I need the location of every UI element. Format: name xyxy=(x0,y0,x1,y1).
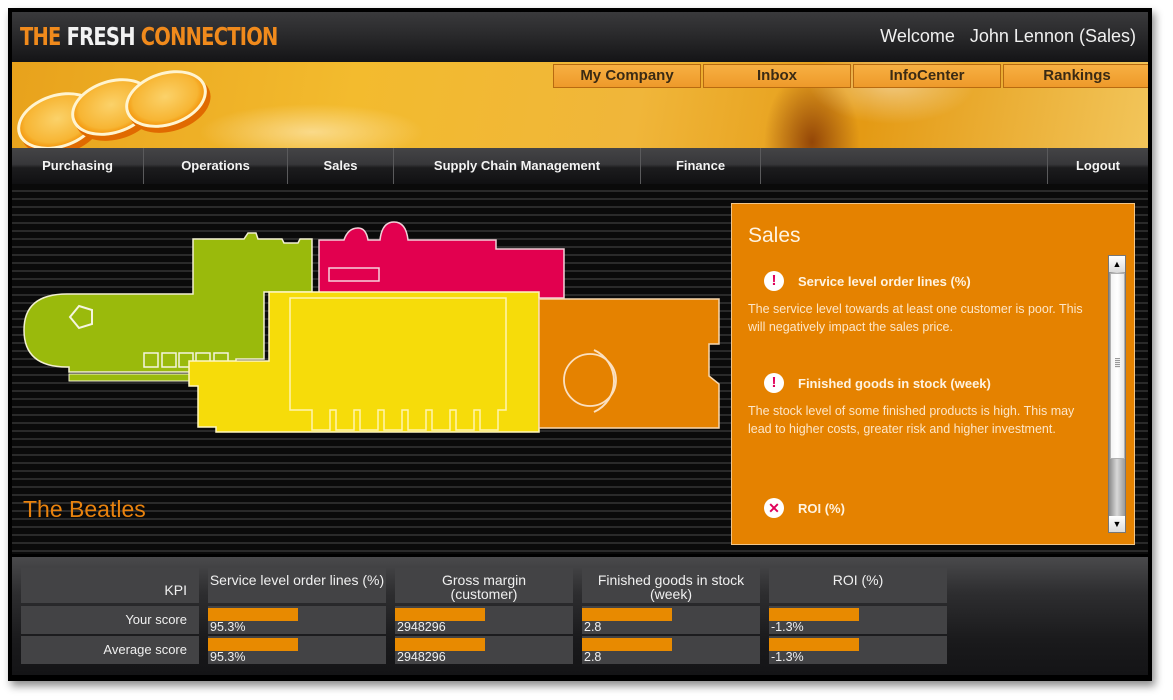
kpi-value: 95.3% xyxy=(210,620,246,634)
nav-finance[interactable]: Finance xyxy=(641,148,761,184)
zone-sales[interactable] xyxy=(318,221,565,299)
main-area: The Beatles Sales ! Service level order … xyxy=(12,184,1148,554)
tab-infocenter[interactable]: InfoCenter xyxy=(853,64,1001,88)
main-nav: Purchasing Operations Sales Supply Chain… xyxy=(12,148,1148,184)
tab-inbox[interactable]: Inbox xyxy=(703,64,851,88)
kpi-cell: 2948296 xyxy=(395,606,573,634)
scroll-up-arrow-icon[interactable]: ▲ xyxy=(1109,256,1125,272)
scrollbar-thumb[interactable] xyxy=(1110,273,1125,459)
row-label-your-score: Your score xyxy=(21,606,199,634)
kpi-cell: 2.8 xyxy=(582,606,760,634)
kpi-cell: -1.3% xyxy=(769,636,947,664)
nav-sales[interactable]: Sales xyxy=(288,148,394,184)
kpi-column-header: Gross margin (customer) xyxy=(395,568,573,603)
kpi-value: 2.8 xyxy=(584,650,602,664)
logo-connection: CONNECTION xyxy=(140,22,279,51)
kpi-value: -1.3% xyxy=(771,650,804,664)
banner: My Company Inbox InfoCenter Rankings xyxy=(12,62,1148,148)
alert-item[interactable]: ! Finished goods in stock (week) The sto… xyxy=(748,370,1098,438)
sales-panel: Sales ! Service level order lines (%) Th… xyxy=(731,203,1135,545)
alert-title: ROI (%) xyxy=(798,500,845,516)
alert-body: The service level towards at least one c… xyxy=(748,302,1083,334)
logo-fresh: FRESH xyxy=(66,22,141,51)
kpi-value: 2948296 xyxy=(397,620,446,634)
kpi-column-header: Service level order lines (%) xyxy=(208,568,386,603)
nav-supply-chain-management[interactable]: Supply Chain Management xyxy=(394,148,641,184)
alert-item[interactable]: ! Service level order lines (%) The serv… xyxy=(748,268,1098,336)
kpi-cell: 2.8 xyxy=(582,636,760,664)
welcome-text: Welcome John Lennon (Sales) xyxy=(880,26,1136,47)
logout-button[interactable]: Logout xyxy=(1048,148,1148,184)
kpi-value: 2948296 xyxy=(397,650,446,664)
kpi-table: KPI Service level order lines (%) Gross … xyxy=(12,557,1148,675)
warning-icon: ! xyxy=(764,373,784,393)
kpi-header-label: KPI xyxy=(21,568,199,603)
kpi-column-header: ROI (%) xyxy=(769,568,947,603)
logo: THE FRESH CONNECTION xyxy=(20,22,278,51)
kpi-value: -1.3% xyxy=(771,620,804,634)
zone-supply-chain[interactable] xyxy=(538,298,720,429)
alerts-list: ! Service level order lines (%) The serv… xyxy=(732,260,1102,540)
alert-item[interactable]: ✕ ROI (%) xyxy=(748,495,845,521)
top-tabs: My Company Inbox InfoCenter Rankings xyxy=(553,64,1148,88)
user-name: John Lennon (Sales) xyxy=(969,26,1136,46)
logo-the: THE xyxy=(20,22,67,51)
kpi-value: 95.3% xyxy=(210,650,246,664)
nav-spacer xyxy=(761,148,1048,184)
error-x-icon: ✕ xyxy=(764,498,784,518)
kpi-value: 2.8 xyxy=(584,620,602,634)
team-name: The Beatles xyxy=(23,496,146,522)
kpi-column-header: Finished goods in stock (week) xyxy=(582,568,760,603)
header: THE FRESH CONNECTION Welcome John Lennon… xyxy=(12,12,1148,62)
alert-body: The stock level of some finished product… xyxy=(748,404,1075,436)
alert-title: Finished goods in stock (week) xyxy=(798,375,991,391)
kpi-cell: -1.3% xyxy=(769,606,947,634)
welcome-label: Welcome xyxy=(880,26,955,46)
sales-panel-title: Sales xyxy=(748,224,801,247)
row-label-average-score: Average score xyxy=(21,636,199,664)
grip-icon xyxy=(1115,358,1120,368)
kpi-cell: 95.3% xyxy=(208,636,386,664)
nav-purchasing[interactable]: Purchasing xyxy=(12,148,144,184)
warning-icon: ! xyxy=(764,271,784,291)
alerts-scrollbar[interactable]: ▲ ▼ xyxy=(1108,255,1126,533)
alert-title: Service level order lines (%) xyxy=(798,273,971,289)
kpi-cell: 2948296 xyxy=(395,636,573,664)
nav-operations[interactable]: Operations xyxy=(144,148,288,184)
kpi-cell: 95.3% xyxy=(208,606,386,634)
scroll-down-arrow-icon[interactable]: ▼ xyxy=(1109,516,1125,532)
app-window: THE FRESH CONNECTION Welcome John Lennon… xyxy=(8,8,1152,681)
tab-rankings[interactable]: Rankings xyxy=(1003,64,1148,88)
tab-my-company[interactable]: My Company xyxy=(553,64,701,88)
